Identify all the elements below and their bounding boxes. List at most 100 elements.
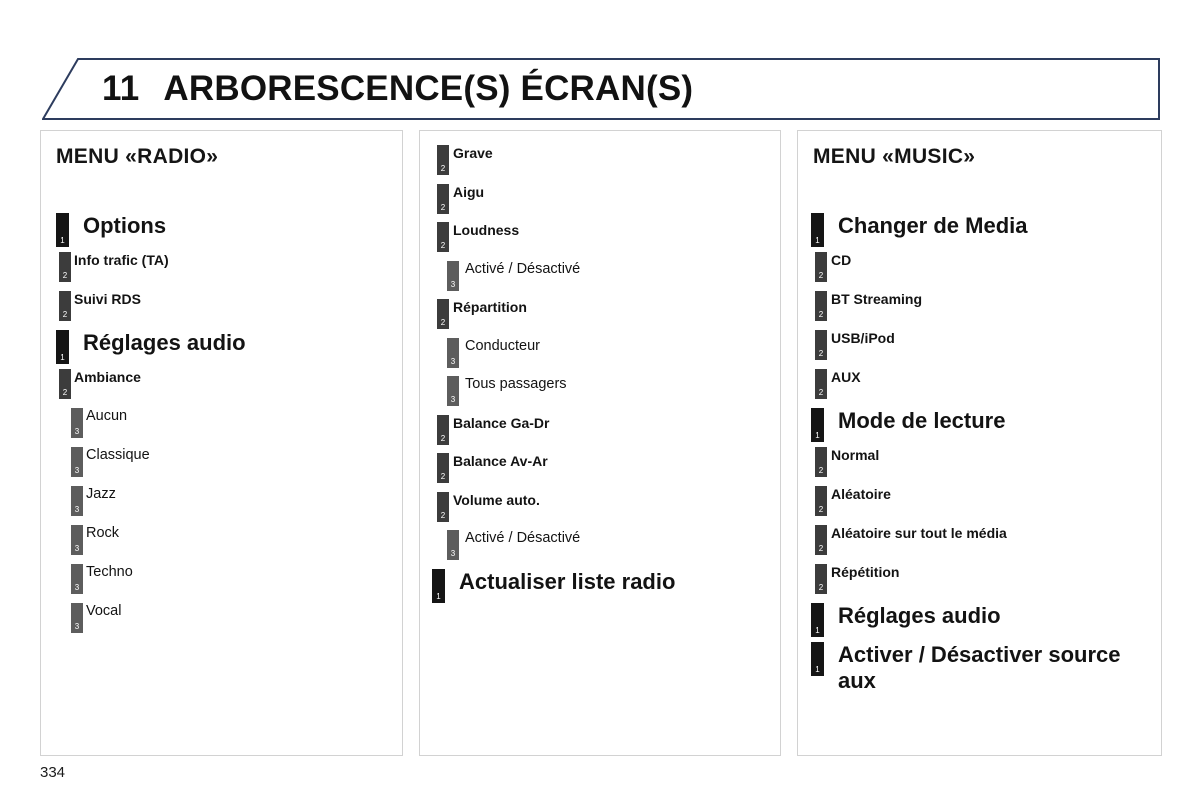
tree-item-label: Volume auto. (453, 491, 540, 508)
tree-item[interactable]: 2 Aléatoire (798, 486, 1161, 525)
tree-item[interactable]: 2 Répartition (420, 299, 780, 338)
tree-item-label: Ambiance (74, 369, 141, 385)
tree-item[interactable]: 2 Grave (420, 145, 780, 184)
tree-item[interactable]: 3 Activé / Désactivé (420, 260, 780, 300)
level-badge: 3 (71, 525, 83, 555)
level-badge: 1 (811, 642, 824, 676)
level-badge: 3 (71, 603, 83, 633)
tree-item[interactable]: 2 Loudness (420, 222, 780, 261)
level-badge: 3 (71, 486, 83, 516)
tree-item[interactable]: 3 Rock (41, 525, 402, 564)
tree-item[interactable]: 1 Options (41, 213, 402, 252)
level-badge: 1 (811, 213, 824, 247)
tree-item[interactable]: 2 Répétition (798, 564, 1161, 603)
chapter-number: 11 (102, 69, 140, 108)
tree-item[interactable]: 2 CD (798, 252, 1161, 291)
level-badge: 2 (437, 183, 449, 214)
tree-item[interactable]: 1 Actualiser liste radio (420, 568, 780, 614)
tree-item-label: Info trafic (TA) (74, 252, 169, 268)
tree-item[interactable]: 2 Balance Ga-Dr (420, 414, 780, 454)
tree-item-label: Aucun (86, 408, 128, 424)
tree-item-label: Options (83, 213, 167, 238)
tree-item-label: Mode de lecture (838, 408, 1006, 433)
tree-item-label: Aléatoire (831, 486, 891, 502)
panel-menu-music: MENU «MUSIC» 1 Changer de Media 2 CD 2 B… (797, 130, 1162, 756)
level-badge: 2 (815, 369, 827, 399)
tree-item-label: Conducteur (465, 337, 540, 354)
level-badge: 1 (811, 603, 824, 637)
tree-item-label: Balance Av-Ar (453, 453, 548, 469)
level-badge: 2 (437, 414, 449, 445)
tree-item[interactable]: 1 Changer de Media (798, 213, 1161, 252)
tree-item[interactable]: 3 Aucun (41, 408, 402, 447)
tree-item[interactable]: 3 Jazz (41, 486, 402, 525)
menu-tree-columns: MENU «RADIO» 1 Options 2 Info trafic (TA… (40, 130, 1162, 756)
tree-item-label: Activé / Désactivé (465, 260, 581, 277)
tree-item[interactable]: 1 Mode de lecture (798, 408, 1161, 447)
tree-item[interactable]: 1 Réglages audio (41, 330, 402, 369)
tree-radio: 1 Options 2 Info trafic (TA) 2 Suivi RDS… (41, 213, 402, 642)
tree-item[interactable]: 3 Conducteur (420, 337, 780, 377)
tree-item-label: USB/iPod (831, 330, 895, 346)
tree-item[interactable]: 3 Techno (41, 564, 402, 603)
tree-item[interactable]: 3 Vocal (41, 603, 402, 642)
level-badge: 3 (447, 337, 459, 368)
tree-item[interactable]: 2 USB/iPod (798, 330, 1161, 369)
level-badge: 2 (815, 486, 827, 516)
page-number: 334 (40, 764, 66, 781)
level-badge: 2 (59, 291, 71, 321)
level-badge: 2 (437, 145, 449, 175)
level-badge: 2 (59, 369, 71, 399)
tree-item[interactable]: 3 Classique (41, 447, 402, 486)
level-badge: 3 (71, 564, 83, 594)
tree-item-label: Normal (831, 447, 880, 463)
tree-item[interactable]: 2 Normal (798, 447, 1161, 486)
tree-radio-continued: 2 Grave 2 Aigu 2 Loudness 3 Activé / Dés… (420, 145, 780, 614)
tree-item-label: Classique (86, 447, 150, 463)
tree-item-label: Techno (86, 564, 133, 580)
tree-item-label: Répétition (831, 564, 900, 580)
level-badge: 2 (815, 564, 827, 594)
level-badge: 3 (71, 408, 83, 438)
tree-item[interactable]: 3 Activé / Désactivé (420, 530, 780, 569)
tree-item[interactable]: 2 AUX (798, 369, 1161, 408)
tree-item[interactable]: 2 Aléatoire sur tout le média (798, 525, 1161, 564)
level-badge: 2 (59, 252, 71, 282)
level-badge: 2 (815, 330, 827, 360)
level-badge: 2 (437, 491, 449, 522)
tree-item[interactable]: 1 Activer / Désactiver source aux (798, 642, 1161, 698)
level-badge: 3 (447, 260, 459, 291)
tree-item[interactable]: 2 Info trafic (TA) (41, 252, 402, 291)
tree-item[interactable]: 2 Balance Av-Ar (420, 453, 780, 492)
tree-item[interactable]: 2 BT Streaming (798, 291, 1161, 330)
level-badge: 2 (437, 222, 449, 252)
level-badge: 1 (56, 213, 69, 247)
tree-item-label: Rock (86, 525, 120, 541)
chapter-header: 11 ARBORESCENCE(S) ÉCRAN(S) (42, 58, 1160, 120)
level-badge: 1 (56, 330, 69, 364)
level-badge: 2 (815, 525, 827, 555)
tree-item-label: Tous passagers (465, 376, 567, 392)
tree-item[interactable]: 2 Suivi RDS (41, 291, 402, 330)
panel-menu-radio: MENU «RADIO» 1 Options 2 Info trafic (TA… (40, 130, 403, 756)
level-badge: 3 (71, 447, 83, 477)
tree-item-label: CD (831, 252, 852, 268)
tree-item-label: Jazz (86, 486, 116, 502)
tree-item[interactable]: 1 Réglages audio (798, 603, 1161, 642)
level-badge: 1 (432, 568, 445, 603)
tree-item[interactable]: 2 Aigu (420, 183, 780, 223)
tree-music: 1 Changer de Media 2 CD 2 BT Streaming 2… (798, 213, 1161, 698)
page-title: 11 ARBORESCENCE(S) ÉCRAN(S) (42, 58, 1160, 120)
tree-item[interactable]: 2 Ambiance (41, 369, 402, 408)
tree-item-label: Aigu (453, 183, 485, 200)
tree-item[interactable]: 3 Tous passagers (420, 376, 780, 415)
chapter-title-text: ARBORESCENCE(S) ÉCRAN(S) (163, 69, 694, 108)
tree-item-label: BT Streaming (831, 291, 923, 307)
panel-title-music: MENU «MUSIC» (813, 145, 976, 168)
level-badge: 3 (447, 530, 459, 560)
tree-item-label: Balance Ga-Dr (453, 414, 550, 431)
panel-menu-radio-continued: 2 Grave 2 Aigu 2 Loudness 3 Activé / Dés… (419, 130, 781, 756)
panel-title-radio: MENU «RADIO» (56, 145, 219, 168)
tree-item[interactable]: 2 Volume auto. (420, 491, 780, 531)
level-badge: 2 (815, 447, 827, 477)
